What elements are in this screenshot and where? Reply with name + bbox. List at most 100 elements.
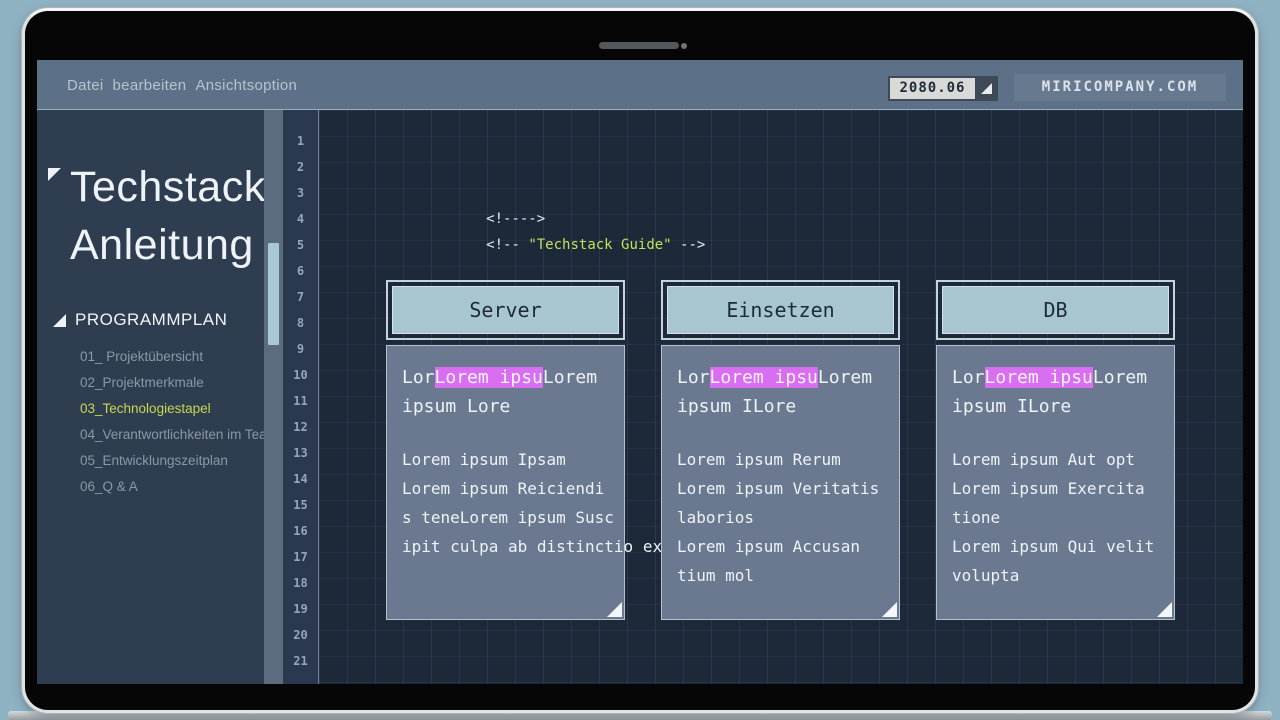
fold-corner-icon [1157,602,1172,617]
card-einsetzen[interactable]: Einsetzen LorLorem ipsuLorem ipsum ILore… [661,280,900,620]
line-number: 3 [296,186,305,200]
line-number: 17 [293,550,308,564]
version-value[interactable]: 2080.06 [890,78,975,99]
card-text-line: laborios [677,508,755,527]
intro-prefix: Lor [402,367,435,388]
line-number: 1 [296,134,305,148]
card-text-line: Lorem ipsum Rerum [677,450,841,469]
highlighted-text: Lorem ipsu [709,367,818,388]
card-intro-text: LorLorem ipsuLorem ipsum ILore [952,363,1159,421]
line-number: 2 [296,160,305,174]
card-header[interactable]: Server [386,280,625,340]
code-line[interactable]: <!----> [385,180,545,227]
card-intro-text: LorLorem ipsuLorem ipsum ILore [677,363,884,421]
scrollbar-thumb[interactable] [268,243,279,345]
card-text-line: Lorem ipsum Ipsam [402,450,566,469]
line-number: 16 [293,524,308,538]
brand-link[interactable]: MIRICOMPANY.COM [1014,74,1226,101]
corner-triangle-icon [981,83,992,94]
menu-item[interactable]: Datei [67,77,104,94]
intro-prefix: Lor [952,367,985,388]
fold-corner-icon [607,602,622,617]
card-body[interactable]: LorLorem ipsuLorem ipsum ILore Lorem ips… [936,345,1175,620]
card-text-line: Lorem ipsum Accusan [677,537,861,556]
highlighted-text: Lorem ipsu [984,367,1093,388]
menu-bar: Datei bearbeiten Ansichtsoption 2080.06 MI… [37,60,1243,110]
line-number: 7 [296,290,305,304]
line-number: 11 [293,394,308,408]
card-server[interactable]: Server LorLorem ipsuLorem ipsum Lore Lor… [386,280,663,620]
camera-icon [681,43,687,49]
card-body[interactable]: LorLorem ipsuLorem ipsum Lore Lorem ipsu… [386,345,663,620]
card-lines: Lorem ipsum Ipsam Lorem ipsum Reiciendi s … [402,445,663,561]
fold-corner-icon [882,602,897,617]
card-text-line: tione [952,508,1001,527]
code-comment-open: <!-- [486,237,529,253]
menu-item[interactable]: bearbeiten [113,77,187,94]
card-header[interactable]: DB [936,280,1175,340]
card-text-line: volupta [952,566,1020,585]
card-text-line: ipit culpa ab distinctio ex [402,537,663,556]
laptop-frame: Datei bearbeiten Ansichtsoption 2080.06 MI… [22,8,1258,713]
menu-items: Datei bearbeiten Ansichtsoption [67,60,297,110]
card-lines: Lorem ipsum Rerum Lorem ipsum Veritatis la… [677,445,884,590]
speaker-grille [599,42,679,49]
card-header[interactable]: Einsetzen [661,280,900,340]
fold-marker-icon [48,168,61,181]
line-number: 20 [293,628,308,642]
card-text-line: tium mol [677,566,755,585]
code-string: "Techstack Guide" [528,237,672,253]
document-title-line1: Techstack [70,163,266,211]
highlighted-text: Lorem ipsu [434,367,543,388]
line-number: 13 [293,446,308,460]
sidebar-item[interactable]: 03_Technologiestapel [80,396,256,422]
card-text-line: Lorem ipsum Veritatis [677,479,880,498]
card-db[interactable]: DB LorLorem ipsuLorem ipsum ILore Lorem … [936,280,1175,620]
line-number: 8 [296,316,305,330]
card-title: Server [392,286,619,334]
card-intro-text: LorLorem ipsuLorem ipsum Lore [402,363,609,421]
line-number: 5 [296,238,305,252]
sidebar-section-label: PROGRAMMPLAN [75,310,228,329]
line-number: 10 [293,368,308,382]
card-title: DB [942,286,1169,334]
content-row: Techstack Anleitung PROGRAMMPLAN 01_ Pro… [37,110,1243,684]
editor-canvas[interactable]: <!----> <!-- "Techstack Guide" --> Serve… [319,110,1243,684]
line-number: 19 [293,602,308,616]
card-text-line: Lorem ipsum Qui velit [952,537,1155,556]
sidebar-item[interactable]: 05_Entwicklungszeitplan [80,448,256,474]
card-body[interactable]: LorLorem ipsuLorem ipsum ILore Lorem ips… [661,345,900,620]
scrollbar-track[interactable] [264,110,283,684]
sidebar-item[interactable]: 04_Verantwortlichkeiten im Team [80,422,278,448]
menu-item[interactable]: Ansichtsoption [195,77,297,94]
card-text-line: s teneLorem ipsum Susc [402,508,614,527]
line-number: 15 [293,498,308,512]
card-text-line: Lorem ipsum Reiciendi [402,479,605,498]
line-number: 4 [296,212,305,226]
line-number: 21 [293,654,308,668]
sidebar-list: 01_ Projektübersicht 02_Projektmerkmale 03… [80,344,278,500]
sidebar-section-header[interactable]: PROGRAMMPLAN [53,310,227,330]
intro-prefix: Lor [677,367,710,388]
sidebar: Techstack Anleitung PROGRAMMPLAN 01_ Pro… [37,110,278,684]
document-title: Techstack Anleitung [70,158,266,274]
card-lines: Lorem ipsum Aut opt Lorem ipsum Exercita t… [952,445,1159,590]
line-number: 12 [293,420,308,434]
card-text-line: Lorem ipsum Aut opt [952,450,1136,469]
triangle-icon [53,313,66,327]
document-title-line2: Anleitung [70,221,254,269]
version-selector[interactable]: 2080.06 [888,76,998,101]
sidebar-item[interactable]: 01_ Projektübersicht [80,344,256,370]
desk-background: Datei bearbeiten Ansichtsoption 2080.06 MI… [0,0,1280,720]
code-comment-close: --> [671,237,706,253]
sidebar-item[interactable]: 02_Projektmerkmale [80,370,256,396]
line-number: 9 [296,342,305,356]
code-line[interactable]: <!-- "Techstack Guide" --> [385,206,705,253]
line-number: 6 [296,264,305,278]
line-number: 18 [293,576,308,590]
sidebar-item[interactable]: 06_Q & A [80,474,256,500]
line-number: 14 [293,472,308,486]
card-title: Einsetzen [667,286,894,334]
line-number-gutter: 1 2 3 4 5 6 7 8 9 10 11 12 13 14 15 16 17 18 19 20 21 [283,110,319,684]
card-text-line: Lorem ipsum Exercita [952,479,1145,498]
